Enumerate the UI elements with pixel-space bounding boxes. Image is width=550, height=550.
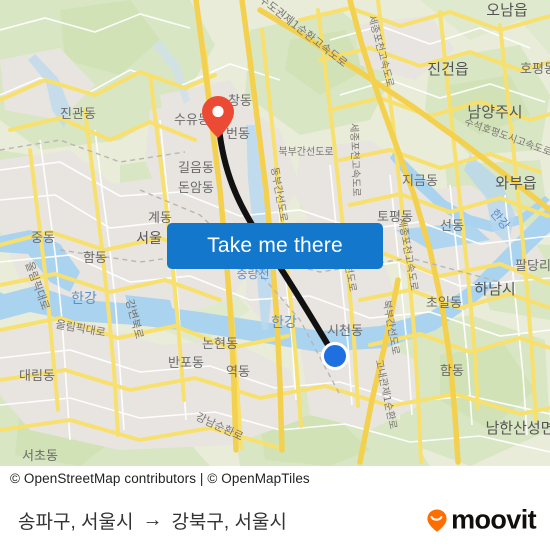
map-label: 남양주시 <box>467 103 522 121</box>
origin-location-marker[interactable] <box>321 342 349 370</box>
map-label: 돈암동 <box>178 181 214 196</box>
route-summary: 송파구, 서울시 → 강북구, 서울시 <box>18 507 287 534</box>
map-attribution: © OpenStreetMap contributors | © OpenMap… <box>0 466 550 490</box>
destination-pin-icon[interactable] <box>201 95 235 139</box>
route-origin-label: 송파구, 서울시 <box>18 511 134 533</box>
map-label: 역동 <box>226 365 250 380</box>
map-label: 진관동 <box>60 107 96 122</box>
footer-bar: 송파구, 서울시 → 강북구, 서울시 moovit <box>0 490 550 550</box>
map-label: 함동 <box>440 364 464 379</box>
map-label: 서울 <box>136 231 162 247</box>
map-label: 한강 <box>271 315 297 331</box>
map-label: 한강 <box>71 291 97 307</box>
take-me-there-button[interactable]: Take me there <box>167 223 383 269</box>
map-label: 함동 <box>83 251 107 266</box>
map-label: 오남읍 <box>486 1 527 19</box>
map-label: 길음동 <box>178 161 214 176</box>
map-viewport[interactable]: 수도권제1순환고속도로 세종포천고속도로 오남읍 진건읍 호평동 남양주시 수석호평도시고속… <box>0 0 550 466</box>
map-label: 남한산성면 <box>485 419 550 437</box>
map-label: 반포동 <box>168 356 204 371</box>
map-label: 중동 <box>31 231 55 246</box>
map-label: 대림동 <box>19 369 55 384</box>
map-label: 팔당리 <box>515 259 550 274</box>
map-share-card: 수도권제1순환고속도로 세종포천고속도로 오남읍 진건읍 호평동 남양주시 수석호평도시고속… <box>0 0 550 550</box>
arrow-right-icon: → <box>142 509 163 531</box>
map-label: 지금동 <box>402 174 438 189</box>
map-label: 하남시 <box>474 280 515 298</box>
map-label: 시천동 <box>327 324 363 339</box>
moovit-pin-icon <box>427 509 447 532</box>
map-label: 북부간선도로 <box>278 146 333 158</box>
map-label: 진건읍 <box>427 60 468 78</box>
map-label: 와부읍 <box>495 174 536 192</box>
moovit-logo[interactable]: moovit <box>424 504 537 535</box>
map-label: 초일동 <box>426 296 462 311</box>
map-label: 서초동 <box>22 449 58 464</box>
map-label: 논현동 <box>202 337 238 352</box>
map-label: 선동 <box>440 219 464 234</box>
moovit-wordmark: moovit <box>451 504 537 535</box>
origin-dot-icon <box>321 342 349 370</box>
map-label: 호평동 <box>520 62 550 77</box>
route-destination-label: 강북구, 서울시 <box>171 511 287 533</box>
